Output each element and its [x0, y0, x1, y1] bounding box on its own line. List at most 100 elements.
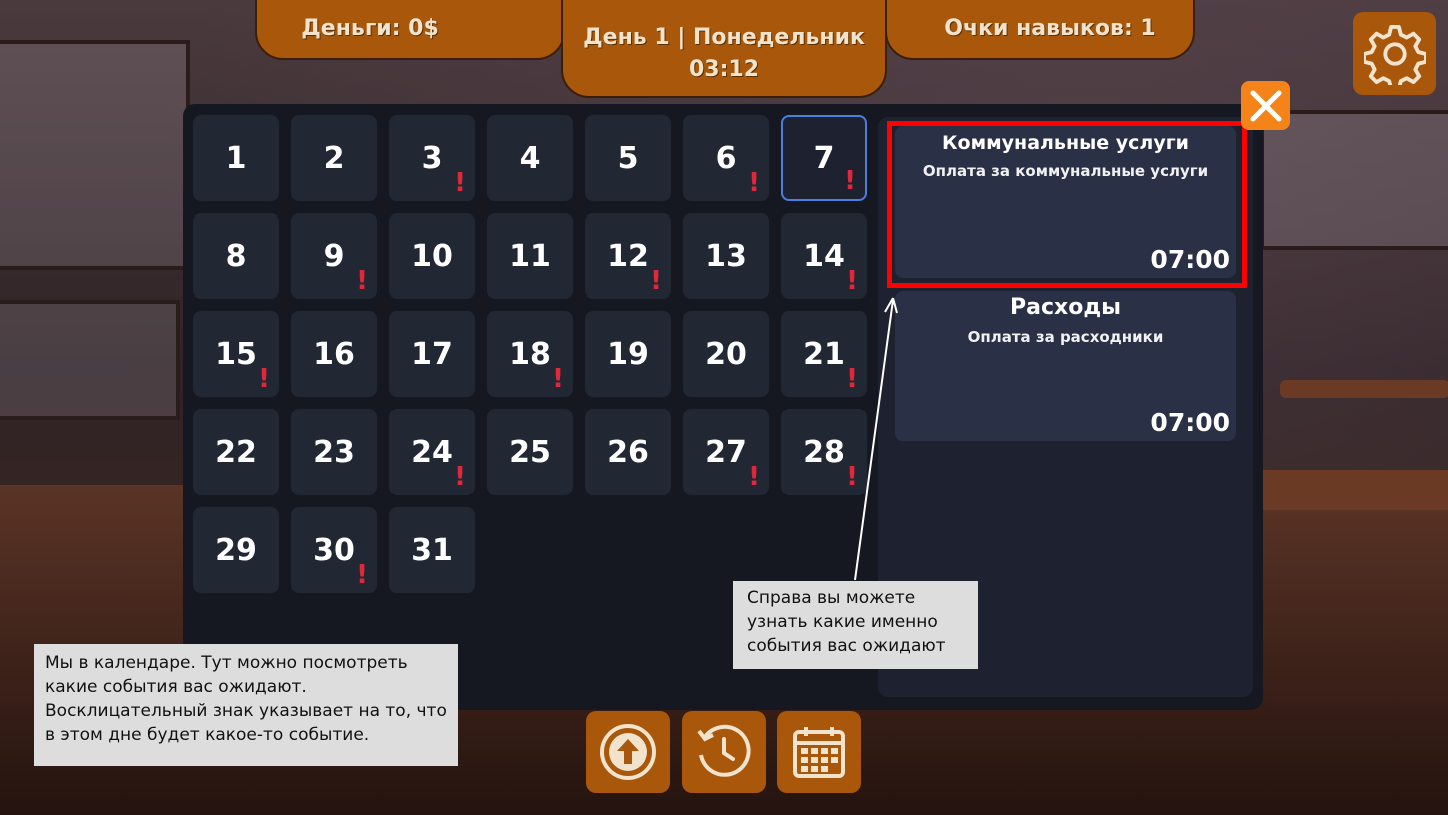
day-label: День 1 | Понедельник: [583, 25, 865, 50]
calendar-day-19[interactable]: 19: [585, 311, 671, 397]
calendar-day-18[interactable]: 18!: [487, 311, 573, 397]
history-button[interactable]: [682, 711, 766, 793]
day-number: 14: [803, 238, 845, 274]
calendar-day-31[interactable]: 31: [389, 507, 475, 593]
money-label: Деньги: 0$: [301, 16, 439, 41]
calendar-day-9[interactable]: 9!: [291, 213, 377, 299]
event-exclamation-icon: !: [454, 168, 466, 198]
day-number: 12: [607, 238, 649, 274]
event-card[interactable]: Расходы Оплата за расходники 07:00: [895, 291, 1236, 441]
upgrade-button[interactable]: [586, 711, 670, 793]
calendar-day-16[interactable]: 16: [291, 311, 377, 397]
event-description: Оплата за расходники: [967, 328, 1164, 346]
day-number: 31: [411, 532, 453, 568]
day-number: 25: [509, 434, 551, 470]
day-number: 29: [215, 532, 257, 568]
calendar-day-10[interactable]: 10: [389, 213, 475, 299]
calendar-day-7[interactable]: 7!: [781, 115, 867, 201]
calendar-day-23[interactable]: 23: [291, 409, 377, 495]
settings-button[interactable]: [1353, 12, 1436, 95]
calendar-day-4[interactable]: 4: [487, 115, 573, 201]
event-exclamation-icon: !: [748, 168, 760, 198]
calendar-day-24[interactable]: 24!: [389, 409, 475, 495]
calendar-day-11[interactable]: 11: [487, 213, 573, 299]
calendar-day-5[interactable]: 5: [585, 115, 671, 201]
calendar-day-22[interactable]: 22: [193, 409, 279, 495]
close-icon: [1250, 90, 1281, 121]
event-exclamation-icon: !: [846, 462, 858, 492]
day-number: 10: [411, 238, 453, 274]
tutorial-tooltip-events: Справа вы можете узнать какие именно соб…: [733, 581, 978, 669]
event-exclamation-icon: !: [356, 266, 368, 296]
day-number: 2: [323, 140, 345, 176]
day-number: 13: [705, 238, 747, 274]
calendar-day-26[interactable]: 26: [585, 409, 671, 495]
calendar-day-1[interactable]: 1: [193, 115, 279, 201]
day-number: 1: [225, 140, 247, 176]
calendar-day-6[interactable]: 6!: [683, 115, 769, 201]
calendar-day-12[interactable]: 12!: [585, 213, 671, 299]
calendar-day-25[interactable]: 25: [487, 409, 573, 495]
event-exclamation-icon: !: [356, 560, 368, 590]
day-number: 18: [509, 336, 551, 372]
calendar-day-29[interactable]: 29: [193, 507, 279, 593]
event-exclamation-icon: !: [258, 364, 270, 394]
calendar-button[interactable]: [777, 711, 861, 793]
event-time: 07:00: [1150, 245, 1230, 274]
day-number: 19: [607, 336, 649, 372]
day-number: 21: [803, 336, 845, 372]
day-number: 5: [617, 140, 639, 176]
day-number: 20: [705, 336, 747, 372]
event-exclamation-icon: !: [846, 364, 858, 394]
day-number: 28: [803, 434, 845, 470]
calendar-icon: [793, 727, 845, 778]
tutorial-tooltip-calendar: Мы в календаре. Тут можно посмотреть как…: [34, 644, 458, 766]
day-number: 26: [607, 434, 649, 470]
time-label: 03:12: [688, 57, 760, 82]
day-number: 7: [813, 140, 835, 176]
event-title: Коммунальные услуги: [942, 132, 1189, 154]
day-number: 17: [411, 336, 453, 372]
arrow-up-circle-icon: [600, 724, 656, 780]
day-number: 4: [519, 140, 541, 176]
event-exclamation-icon: !: [650, 266, 662, 296]
event-description: Оплата за коммунальные услуги: [922, 162, 1209, 180]
event-exclamation-icon: !: [552, 364, 564, 394]
calendar-day-14[interactable]: 14!: [781, 213, 867, 299]
event-exclamation-icon: !: [844, 166, 856, 196]
calendar-day-13[interactable]: 13: [683, 213, 769, 299]
day-number: 23: [313, 434, 355, 470]
event-card[interactable]: Коммунальные услуги Оплата за коммунальн…: [895, 126, 1236, 278]
history-clock-icon: [697, 724, 751, 777]
day-number: 24: [411, 434, 453, 470]
calendar-day-3[interactable]: 3!: [389, 115, 475, 201]
calendar-day-2[interactable]: 2: [291, 115, 377, 201]
money-display: Деньги: 0$: [255, 0, 565, 60]
day-number: 16: [313, 336, 355, 372]
calendar-day-21[interactable]: 21!: [781, 311, 867, 397]
calendar-day-28[interactable]: 28!: [781, 409, 867, 495]
calendar-day-27[interactable]: 27!: [683, 409, 769, 495]
event-time: 07:00: [1150, 408, 1230, 437]
tooltip-text: Мы в календаре. Тут можно посмотреть как…: [45, 653, 447, 745]
close-button[interactable]: [1241, 81, 1290, 130]
gear-icon: [1363, 24, 1426, 85]
skill-points-display: Очки навыков: 1: [885, 0, 1195, 60]
day-number: 22: [215, 434, 257, 470]
tooltip-text: Справа вы можете узнать какие именно соб…: [747, 588, 946, 656]
day-number: 30: [313, 532, 355, 568]
event-exclamation-icon: !: [748, 462, 760, 492]
day-number: 6: [715, 140, 737, 176]
calendar-day-15[interactable]: 15!: [193, 311, 279, 397]
day-number: 9: [323, 238, 345, 274]
calendar-day-20[interactable]: 20: [683, 311, 769, 397]
calendar-day-8[interactable]: 8: [193, 213, 279, 299]
event-exclamation-icon: !: [454, 462, 466, 492]
calendar-day-30[interactable]: 30!: [291, 507, 377, 593]
day-number: 8: [225, 238, 247, 274]
calendar-day-17[interactable]: 17: [389, 311, 475, 397]
event-exclamation-icon: !: [846, 266, 858, 296]
day-number: 27: [705, 434, 747, 470]
event-title: Расходы: [1010, 295, 1121, 320]
day-number: 3: [421, 140, 443, 176]
